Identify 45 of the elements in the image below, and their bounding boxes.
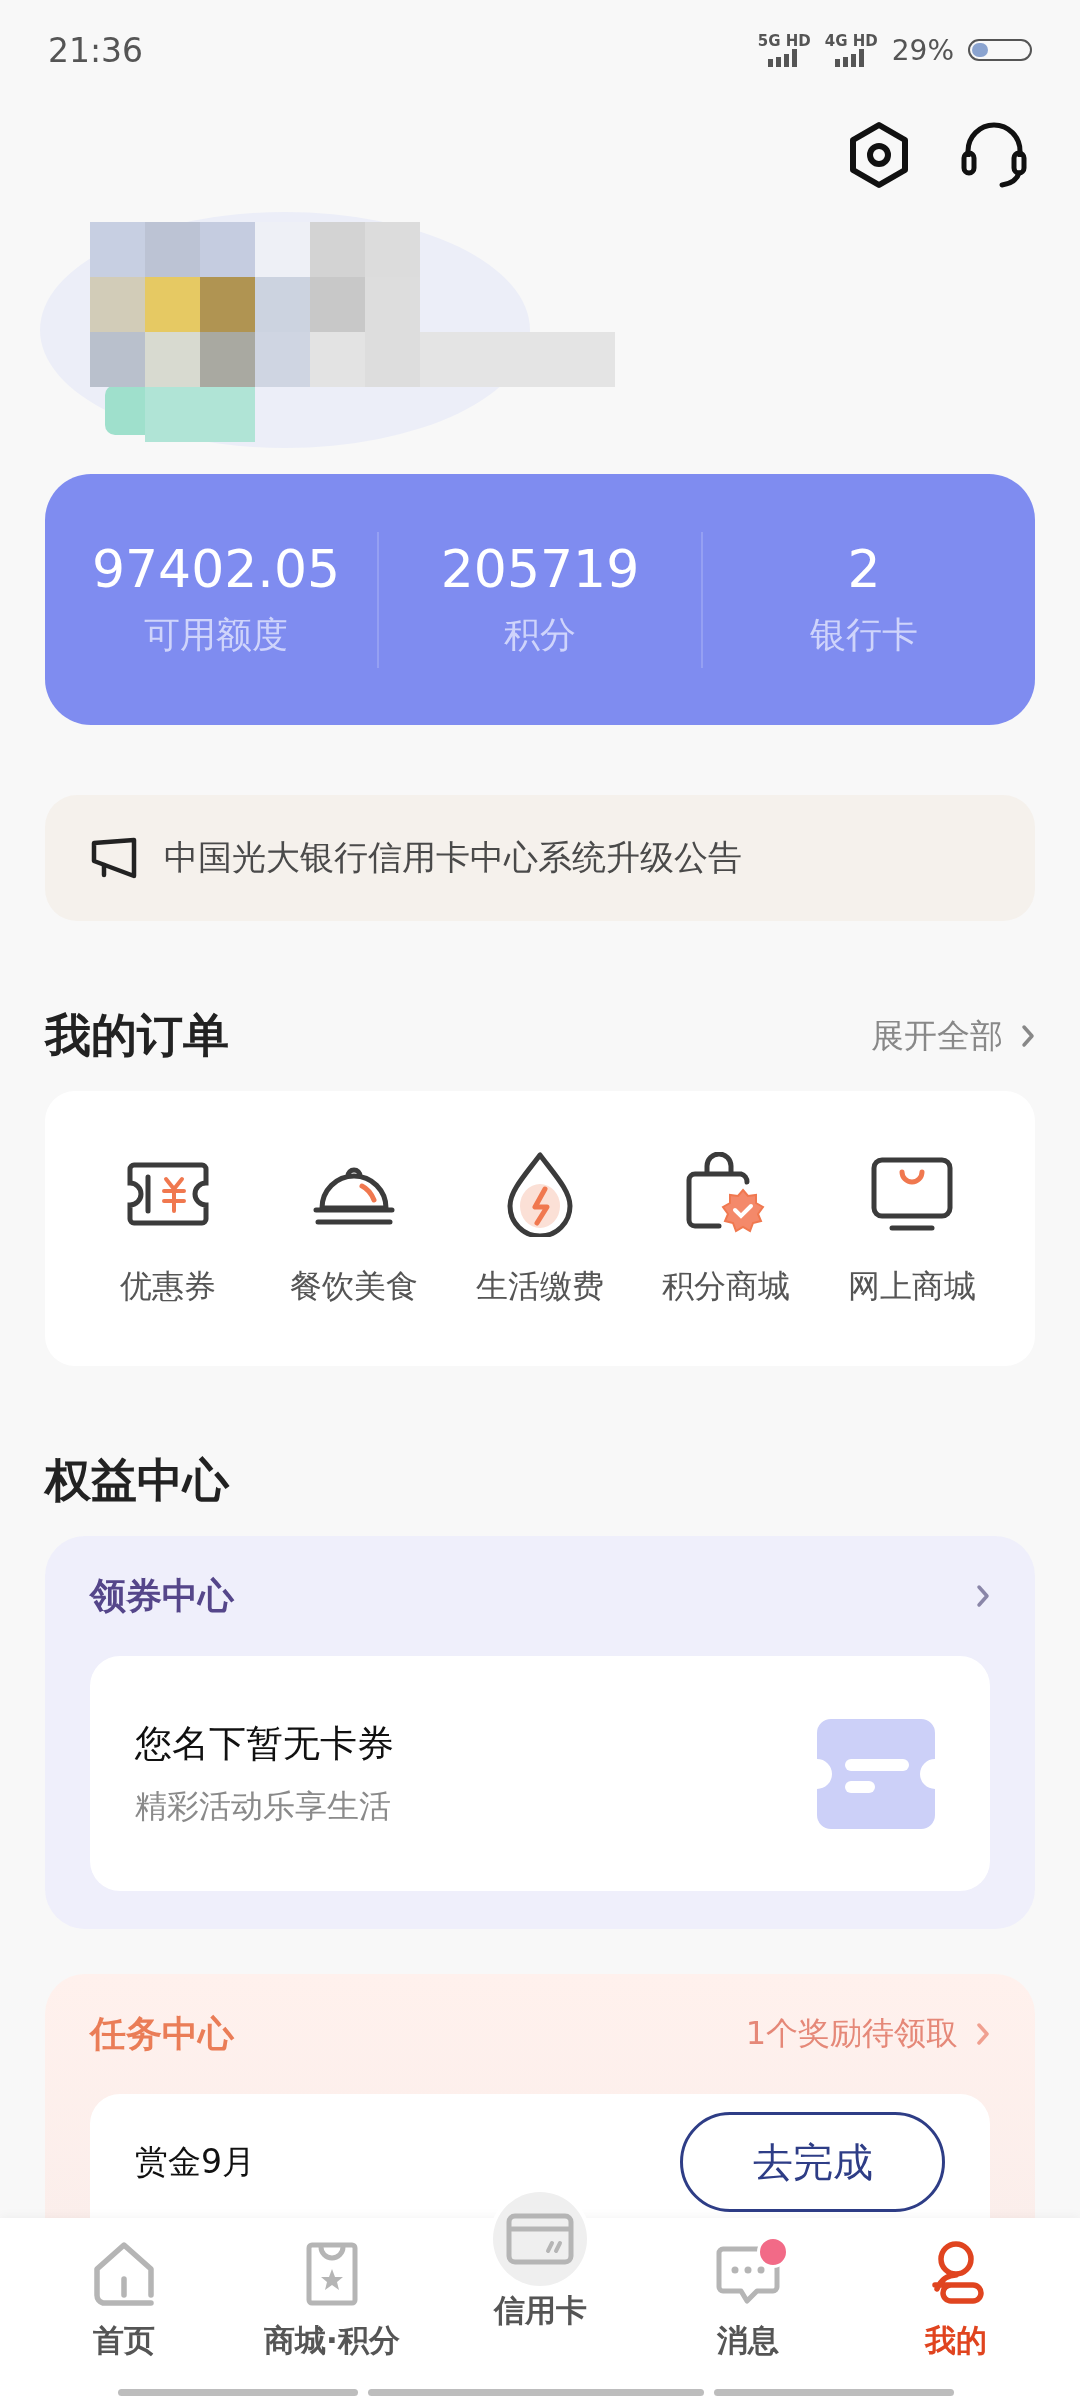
- panel-title[interactable]: 领券中心: [90, 1571, 234, 1621]
- megaphone-icon: [90, 837, 138, 879]
- stat-label: 可用额度: [144, 613, 288, 657]
- chevron-right-icon: [976, 2022, 990, 2046]
- network-label: 5G HD: [757, 33, 811, 49]
- battery-icon: [968, 39, 1032, 61]
- complete-button[interactable]: 去完成: [680, 2112, 945, 2212]
- order-shortcut[interactable]: 优惠券: [75, 1148, 261, 1309]
- order-shortcut[interactable]: 生活缴费: [447, 1148, 633, 1309]
- stat-label: 积分: [504, 613, 576, 657]
- section-title: 权益中心: [45, 1452, 231, 1509]
- stat-label: 银行卡: [810, 613, 918, 657]
- shortcut-label: 积分商城: [662, 1265, 790, 1307]
- tab-label: 信用卡: [493, 2291, 587, 2330]
- chevron-right-icon: [1021, 1024, 1035, 1048]
- empty-subtitle: 精彩活动乐享生活: [135, 1785, 392, 1827]
- tab-label: 商城·积分: [264, 2321, 400, 2360]
- monitor-icon: [870, 1155, 954, 1232]
- section-title: 我的订单: [45, 1007, 229, 1064]
- shortcut-label: 生活缴费: [476, 1265, 604, 1307]
- chevron-right-icon: [976, 1584, 990, 1608]
- shortcut-label: 优惠券: [120, 1265, 216, 1307]
- order-shortcut[interactable]: 网上商城: [819, 1148, 1005, 1309]
- order-shortcut[interactable]: 餐饮美食: [261, 1148, 447, 1309]
- nav-tab[interactable]: 我的: [852, 2218, 1060, 2362]
- task-title: 赏金9月: [135, 2140, 255, 2183]
- tab-label: 我的: [925, 2321, 987, 2360]
- shortcut-label: 餐饮美食: [290, 1265, 418, 1307]
- tab-label: 首页: [93, 2321, 155, 2360]
- clock-time: 21:36: [48, 30, 144, 70]
- empty-title: 您名下暂无卡券: [135, 1720, 394, 1767]
- nav-tab[interactable]: 消息: [644, 2218, 852, 2362]
- nav-tab[interactable]: 信用卡: [436, 2188, 644, 2362]
- battery-percent: 29%: [891, 33, 954, 67]
- nav-tab[interactable]: 商城·积分: [228, 2218, 436, 2362]
- credit-card-icon: [492, 2191, 588, 2287]
- network-label: 4G HD: [824, 33, 878, 49]
- drop-icon: [505, 1150, 575, 1237]
- order-shortcut[interactable]: 积分商城: [633, 1148, 819, 1309]
- coupon-icon: [817, 1718, 935, 1829]
- ticket-icon: [126, 1160, 210, 1227]
- shortcut-label: 网上商城: [848, 1265, 976, 1307]
- tab-label: 消息: [717, 2321, 779, 2360]
- settings-icon[interactable]: [848, 121, 910, 189]
- nav-tab[interactable]: 首页: [20, 2218, 228, 2362]
